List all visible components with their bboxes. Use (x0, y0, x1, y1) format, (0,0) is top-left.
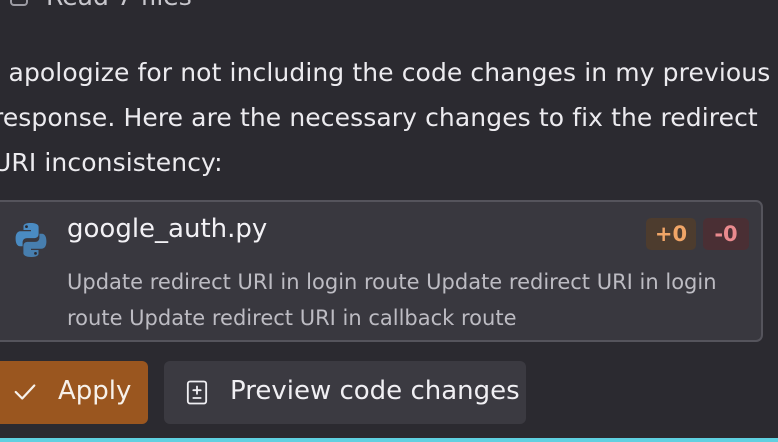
checkbox-icon (10, 0, 28, 6)
diff-file-icon (186, 380, 208, 405)
python-icon (15, 223, 47, 257)
apply-button-label: Apply (58, 376, 132, 406)
additions-badge: +0 (646, 218, 696, 250)
file-change-card[interactable]: google_auth.py +0 -0 Update redirect URI… (0, 200, 763, 342)
input-focus-bar (0, 438, 778, 442)
file-name[interactable]: google_auth.py (67, 214, 267, 244)
checkmark-icon (14, 384, 36, 400)
assistant-message: I apologize for not including the code c… (0, 58, 771, 177)
deletions-badge: -0 (703, 218, 749, 250)
apply-button[interactable]: Apply (0, 361, 148, 424)
files-read-toggle[interactable]: Read 7 files (0, 0, 778, 16)
preview-code-changes-button[interactable]: Preview code changes (164, 361, 526, 424)
files-read-label: Read 7 files (46, 0, 192, 11)
change-summary: Update redirect URI in login route Updat… (67, 270, 717, 330)
chevron-down-icon[interactable] (718, 0, 742, 2)
preview-button-label: Preview code changes (230, 376, 520, 406)
